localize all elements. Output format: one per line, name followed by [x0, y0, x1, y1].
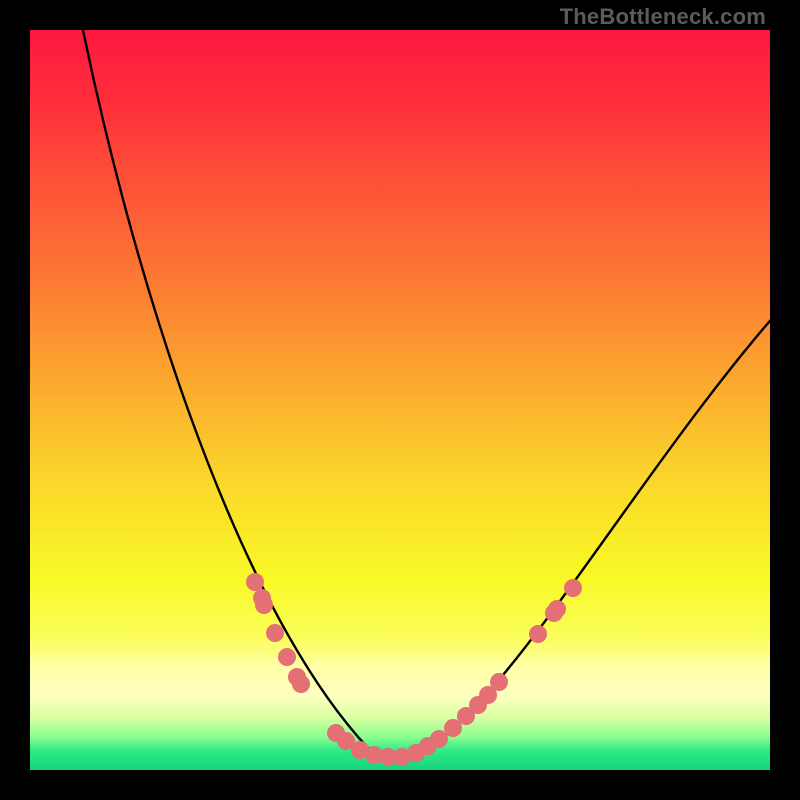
watermark-text: TheBottleneck.com [560, 4, 766, 30]
chart-frame: TheBottleneck.com [0, 0, 800, 800]
plot-area [30, 30, 770, 770]
scatter-dot [548, 600, 566, 618]
scatter-dot [266, 624, 284, 642]
scatter-dots [246, 573, 582, 766]
scatter-dot [278, 648, 296, 666]
scatter-dot [430, 730, 448, 748]
scatter-dot [292, 675, 310, 693]
scatter-dot [529, 625, 547, 643]
scatter-dot [564, 579, 582, 597]
scatter-dot [246, 573, 264, 591]
bottleneck-curve [75, 30, 770, 758]
scatter-dot [255, 596, 273, 614]
chart-svg [30, 30, 770, 770]
scatter-dot [490, 673, 508, 691]
